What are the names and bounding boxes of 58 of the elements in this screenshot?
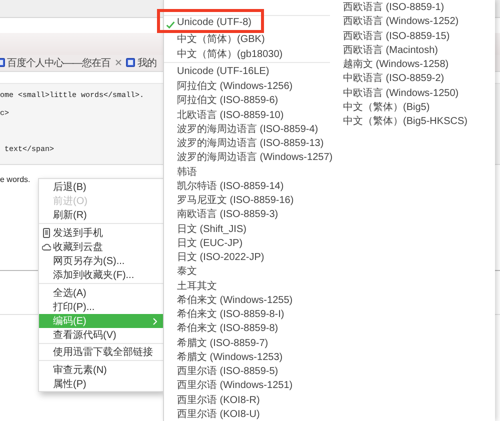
- menu-item[interactable]: 西里尔语 (KOI8-R): [164, 392, 266, 407]
- menu-item[interactable]: 审查元素(N): [39, 362, 163, 377]
- page-icon: [126, 58, 136, 67]
- menu-item[interactable]: 西里尔语 (Windows-1251): [164, 378, 299, 392]
- menu-item[interactable]: 土耳其文: [164, 278, 223, 293]
- menu-item[interactable]: 日文 (ISO-2022-JP): [164, 250, 270, 264]
- menu-item[interactable]: 西里尔语 (KOI8-U): [164, 406, 266, 421]
- menu-item[interactable]: 阿拉伯文 (ISO-8859-6): [164, 93, 284, 108]
- menu-item[interactable]: 中文（繁体）(Big5): [330, 100, 436, 114]
- menu-item[interactable]: 中欧语言 (Windows-1250): [330, 86, 465, 100]
- menu-item[interactable]: 查看源代码(V): [39, 328, 163, 342]
- menu-item[interactable]: 越南文 (Windows-1258): [330, 57, 455, 72]
- menu-item[interactable]: 希伯来文 (ISO-8859-8-I): [164, 307, 290, 322]
- browser-tab[interactable]: 百度个人中心——您在百: [0, 55, 124, 70]
- menu-item[interactable]: 希腊文 (Windows-1253): [164, 350, 289, 364]
- phone-icon: [42, 228, 51, 238]
- menu-item[interactable]: 凯尔特语 (ISO-8859-14): [164, 178, 290, 193]
- menu-item[interactable]: 日文 (EUC-JP): [164, 236, 249, 250]
- menu-item[interactable]: 罗马尼亚文 (ISO-8859-16): [164, 193, 300, 208]
- menu-item[interactable]: 中文（简体）(gb18030): [164, 46, 289, 61]
- menu-item[interactable]: 属性(P): [39, 376, 163, 392]
- browser-tab[interactable]: 我的: [126, 55, 158, 70]
- menu-item[interactable]: 西欧语言 (ISO-8859-15): [330, 28, 456, 43]
- menu-item[interactable]: 全选(A): [39, 286, 163, 300]
- menu-item[interactable]: 西欧语言 (Macintosh): [330, 42, 444, 57]
- menu-item[interactable]: 泰文: [164, 264, 203, 278]
- menu-item[interactable]: 希伯来文 (ISO-8859-8): [164, 321, 284, 336]
- preview-text: e words.: [0, 175, 30, 184]
- menu-item[interactable]: 阿拉伯文 (Windows-1256): [164, 79, 299, 94]
- menu-item[interactable]: 后退(B): [39, 180, 163, 194]
- menu-item[interactable]: 西欧语言 (Windows-1252): [330, 14, 465, 28]
- menu-item[interactable]: 希伯来文 (Windows-1255): [164, 292, 299, 307]
- menu-item[interactable]: 北欧语言 (ISO-8859-10): [164, 108, 290, 122]
- menu-item[interactable]: 收藏到云盘: [39, 240, 163, 254]
- menu-item[interactable]: 中文（简体）(GBK): [164, 32, 271, 46]
- menu-item[interactable]: 添加到收藏夹(F)...: [39, 268, 163, 282]
- menu-item[interactable]: 希腊文 (ISO-8859-7): [164, 336, 274, 350]
- menu-item[interactable]: 西欧语言 (ISO-8859-1): [330, 0, 450, 14]
- menu-item[interactable]: 西里尔语 (ISO-8859-5): [164, 364, 284, 378]
- menu-item[interactable]: 韩语: [164, 164, 203, 179]
- menu-item[interactable]: 波罗的海周边语言 (ISO-8859-4): [164, 122, 324, 136]
- close-icon[interactable]: [115, 59, 122, 66]
- checkmark-icon: [166, 21, 175, 29]
- menu-item[interactable]: 日文 (Shift_JIS): [164, 222, 252, 236]
- menu-item[interactable]: 波罗的海周边语言 (ISO-8859-13): [164, 136, 330, 150]
- menu-item[interactable]: Unicode (UTF-16LE): [164, 64, 276, 79]
- cloud-icon: [42, 242, 51, 252]
- menu-item[interactable]: 打印(P)...: [39, 300, 163, 314]
- menu-item[interactable]: 使用迅雷下载全部链接: [39, 345, 163, 360]
- menu-item[interactable]: 网页另存为(S)...: [39, 254, 163, 268]
- menu-item[interactable]: 波罗的海周边语言 (Windows-1257): [164, 150, 339, 164]
- menu-item[interactable]: 南欧语言 (ISO-8859-3): [164, 207, 284, 222]
- menu-item[interactable]: Unicode (UTF-8): [157, 9, 264, 33]
- menu-item[interactable]: 中文（繁体）(Big5-HKSCS): [330, 114, 474, 128]
- menu-item[interactable]: 中欧语言 (ISO-8859-2): [330, 71, 450, 86]
- menu-item[interactable]: 刷新(R): [39, 208, 163, 222]
- chevron-icon: [153, 318, 157, 325]
- menu-item[interactable]: 发送到手机: [39, 226, 163, 240]
